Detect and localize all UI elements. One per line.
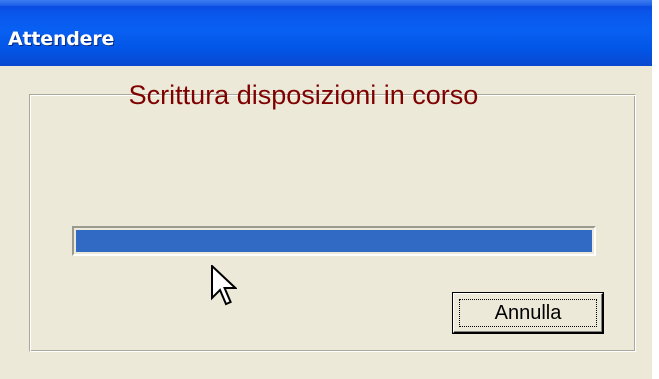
progress-bar-fill [76, 230, 592, 252]
progress-bar [72, 226, 596, 256]
title-bar[interactable]: Attendere [0, 0, 652, 66]
window-title: Attendere [8, 28, 115, 50]
cancel-button[interactable]: Annulla [453, 293, 603, 333]
title-bar-highlight [0, 0, 652, 6]
dialog-window: Attendere Scrittura disposizioni in cors… [0, 0, 652, 379]
status-message: Scrittura disposizioni in corso [128, 80, 479, 110]
cancel-button-label: Annulla [494, 302, 562, 324]
arrow-cursor-icon [211, 265, 237, 306]
